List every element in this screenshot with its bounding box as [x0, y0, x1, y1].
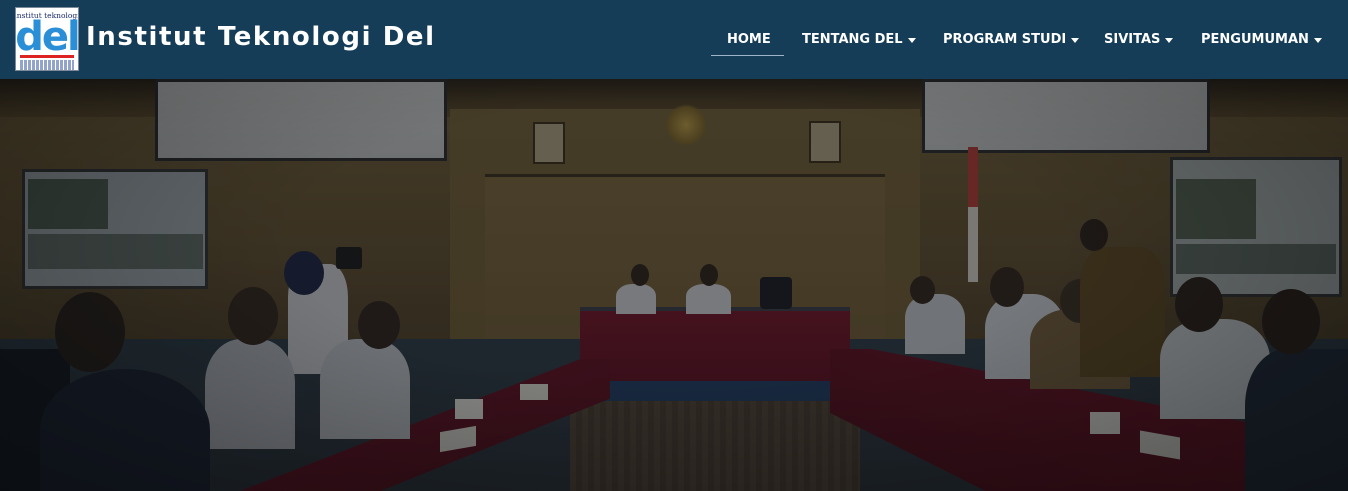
active-nav-indicator	[711, 55, 784, 56]
nav-item-label: PENGUMUMAN	[1201, 32, 1309, 47]
nav-item-tentang-del[interactable]: TENTANG DEL	[802, 0, 916, 79]
nav-item-program-studi[interactable]: PROGRAM STUDI	[943, 0, 1080, 79]
caret-down-icon	[907, 37, 916, 43]
nav-item-sivitas[interactable]: SIVITAS	[1104, 0, 1174, 79]
nav-item-home[interactable]: HOME	[727, 0, 771, 79]
caret-down-icon	[1165, 37, 1174, 43]
caret-down-icon	[1313, 37, 1322, 43]
nav-item-label: PROGRAM STUDI	[943, 32, 1067, 47]
main-menu: HOME TENTANG DEL PROGRAM STUDI SIVITAS P…	[0, 0, 1348, 79]
hero-banner-photo	[0, 79, 1348, 491]
hero-vignette	[0, 79, 1348, 491]
nav-item-label: SIVITAS	[1104, 32, 1161, 47]
top-navbar: institut teknologi del Institut Teknolog…	[0, 0, 1348, 79]
nav-item-label: TENTANG DEL	[802, 32, 903, 47]
nav-item-pengumuman[interactable]: PENGUMUMAN	[1201, 0, 1322, 79]
caret-down-icon	[1071, 37, 1080, 43]
nav-item-label: HOME	[727, 32, 771, 47]
